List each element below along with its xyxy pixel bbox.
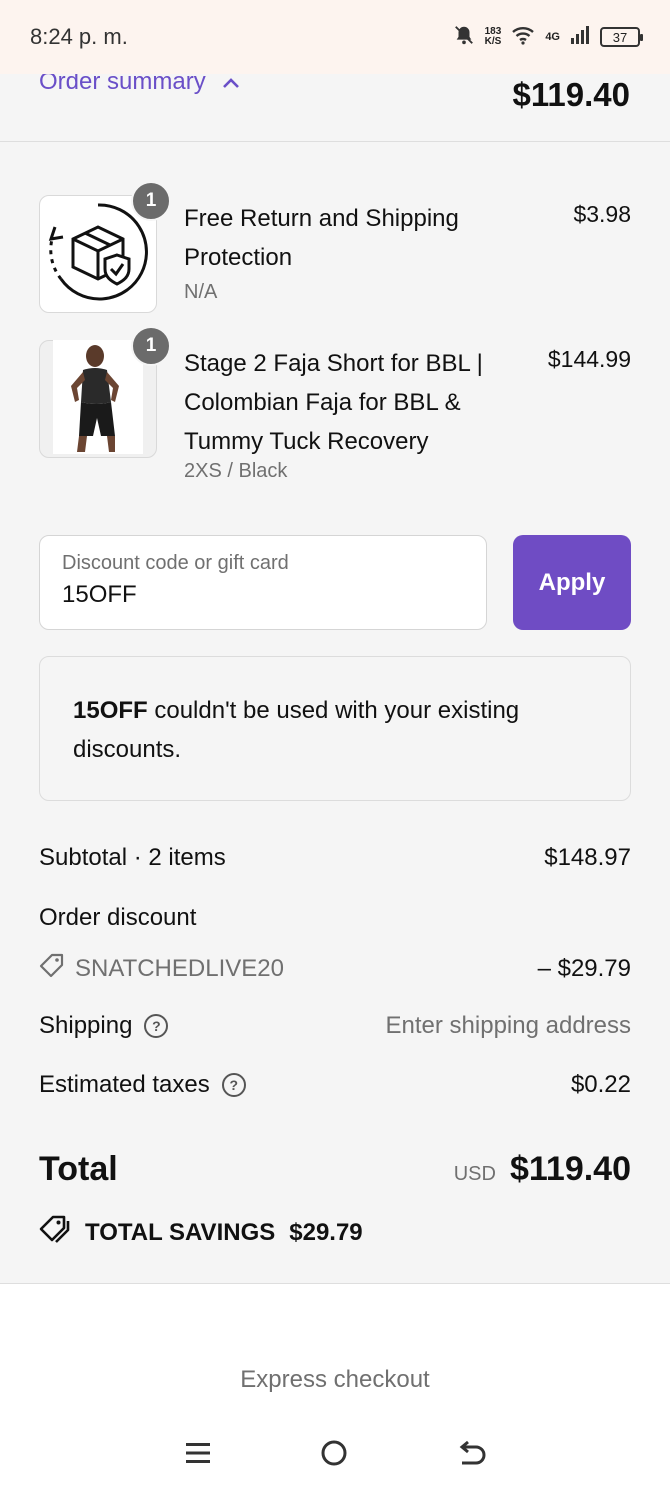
- item-variant: 2XS / Black: [184, 460, 288, 482]
- net-speed-unit: K/S: [484, 36, 502, 47]
- applied-discount-code: SNATCHEDLIVE20: [75, 954, 284, 982]
- clock: 8:24 p. m.: [30, 24, 128, 49]
- total-row: Total USD $119.40: [39, 1150, 631, 1189]
- back-icon[interactable]: [456, 1439, 486, 1472]
- taxes-row: Estimated taxes ? $0.22: [39, 1071, 631, 1099]
- total-savings: TOTAL SAVINGS $29.79: [39, 1214, 363, 1251]
- home-icon[interactable]: [319, 1438, 349, 1473]
- order-discount-label: Order discount: [39, 904, 197, 931]
- subtotal-label: Subtotal · 2 items: [39, 844, 226, 871]
- item-name: Stage 2 Faja Short for BBL | Colombian F…: [184, 350, 483, 455]
- quantity-badge: 1: [131, 326, 171, 366]
- subtotal-value: $148.97: [544, 844, 631, 871]
- item-price: $144.99: [547, 346, 631, 372]
- discount-field-label: Discount code or gift card: [62, 552, 289, 574]
- help-icon[interactable]: ?: [144, 1014, 169, 1038]
- order-discount-row: Order discount: [39, 904, 631, 932]
- discount-value: – $29.79: [537, 954, 631, 982]
- network-type: 4G: [545, 31, 560, 43]
- quantity-badge: 1: [131, 181, 171, 221]
- battery-icon: 37: [600, 27, 643, 47]
- shipping-label: Shipping: [39, 1012, 133, 1039]
- subtotal-row: Subtotal · 2 items $148.97: [39, 844, 631, 872]
- shipping-row: Shipping ? Enter shipping address: [39, 1012, 631, 1040]
- notice-code: 15OFF: [73, 697, 148, 724]
- bell-muted-icon: [453, 24, 475, 51]
- item-variant: N/A: [184, 281, 218, 303]
- menu-icon[interactable]: [184, 1440, 212, 1471]
- discount-field-value[interactable]: 15OFF: [62, 581, 464, 609]
- battery-level: 37: [612, 29, 628, 45]
- status-icons: 183 K/S 4G 37: [453, 24, 643, 51]
- savings-value: $29.79: [289, 1218, 363, 1246]
- item-price: $3.98: [573, 201, 631, 227]
- help-icon[interactable]: ?: [221, 1073, 246, 1097]
- status-bar: 8:24 p. m. 183 K/S 4G 37: [0, 0, 670, 74]
- signal-icon: [570, 25, 590, 49]
- shipping-value: Enter shipping address: [385, 1012, 631, 1039]
- total-value: $119.40: [509, 1150, 631, 1188]
- line-item: 1 Free Return and Shipping Protection N/…: [39, 181, 631, 315]
- savings-label: TOTAL SAVINGS: [85, 1218, 276, 1246]
- wifi-icon: [511, 25, 535, 50]
- net-speed: 183 K/S: [485, 27, 502, 47]
- summary-total: $119.40: [512, 76, 630, 113]
- item-name: Free Return and Shipping Protection: [184, 205, 459, 271]
- tags-icon: [39, 1214, 71, 1251]
- taxes-value: $0.22: [570, 1071, 631, 1098]
- currency-code: USD: [453, 1163, 496, 1185]
- total-label: Total: [39, 1150, 118, 1188]
- discount-code-row: SNATCHEDLIVE20 – $29.79: [39, 952, 631, 985]
- discount-code-field[interactable]: Discount code or gift card 15OFF: [39, 535, 487, 630]
- discount-error-notice: 15OFF couldn't be used with your existin…: [39, 656, 631, 801]
- tag-icon: [39, 952, 65, 985]
- apply-button[interactable]: Apply: [513, 535, 631, 630]
- android-nav-bar: [0, 1430, 670, 1480]
- product-photo: [53, 339, 143, 459]
- taxes-label: Estimated taxes: [39, 1071, 210, 1098]
- line-item: 1 Stage 2 Faja Short for BBL | Colombian…: [39, 326, 631, 490]
- express-checkout-label: Express checkout: [240, 1366, 430, 1393]
